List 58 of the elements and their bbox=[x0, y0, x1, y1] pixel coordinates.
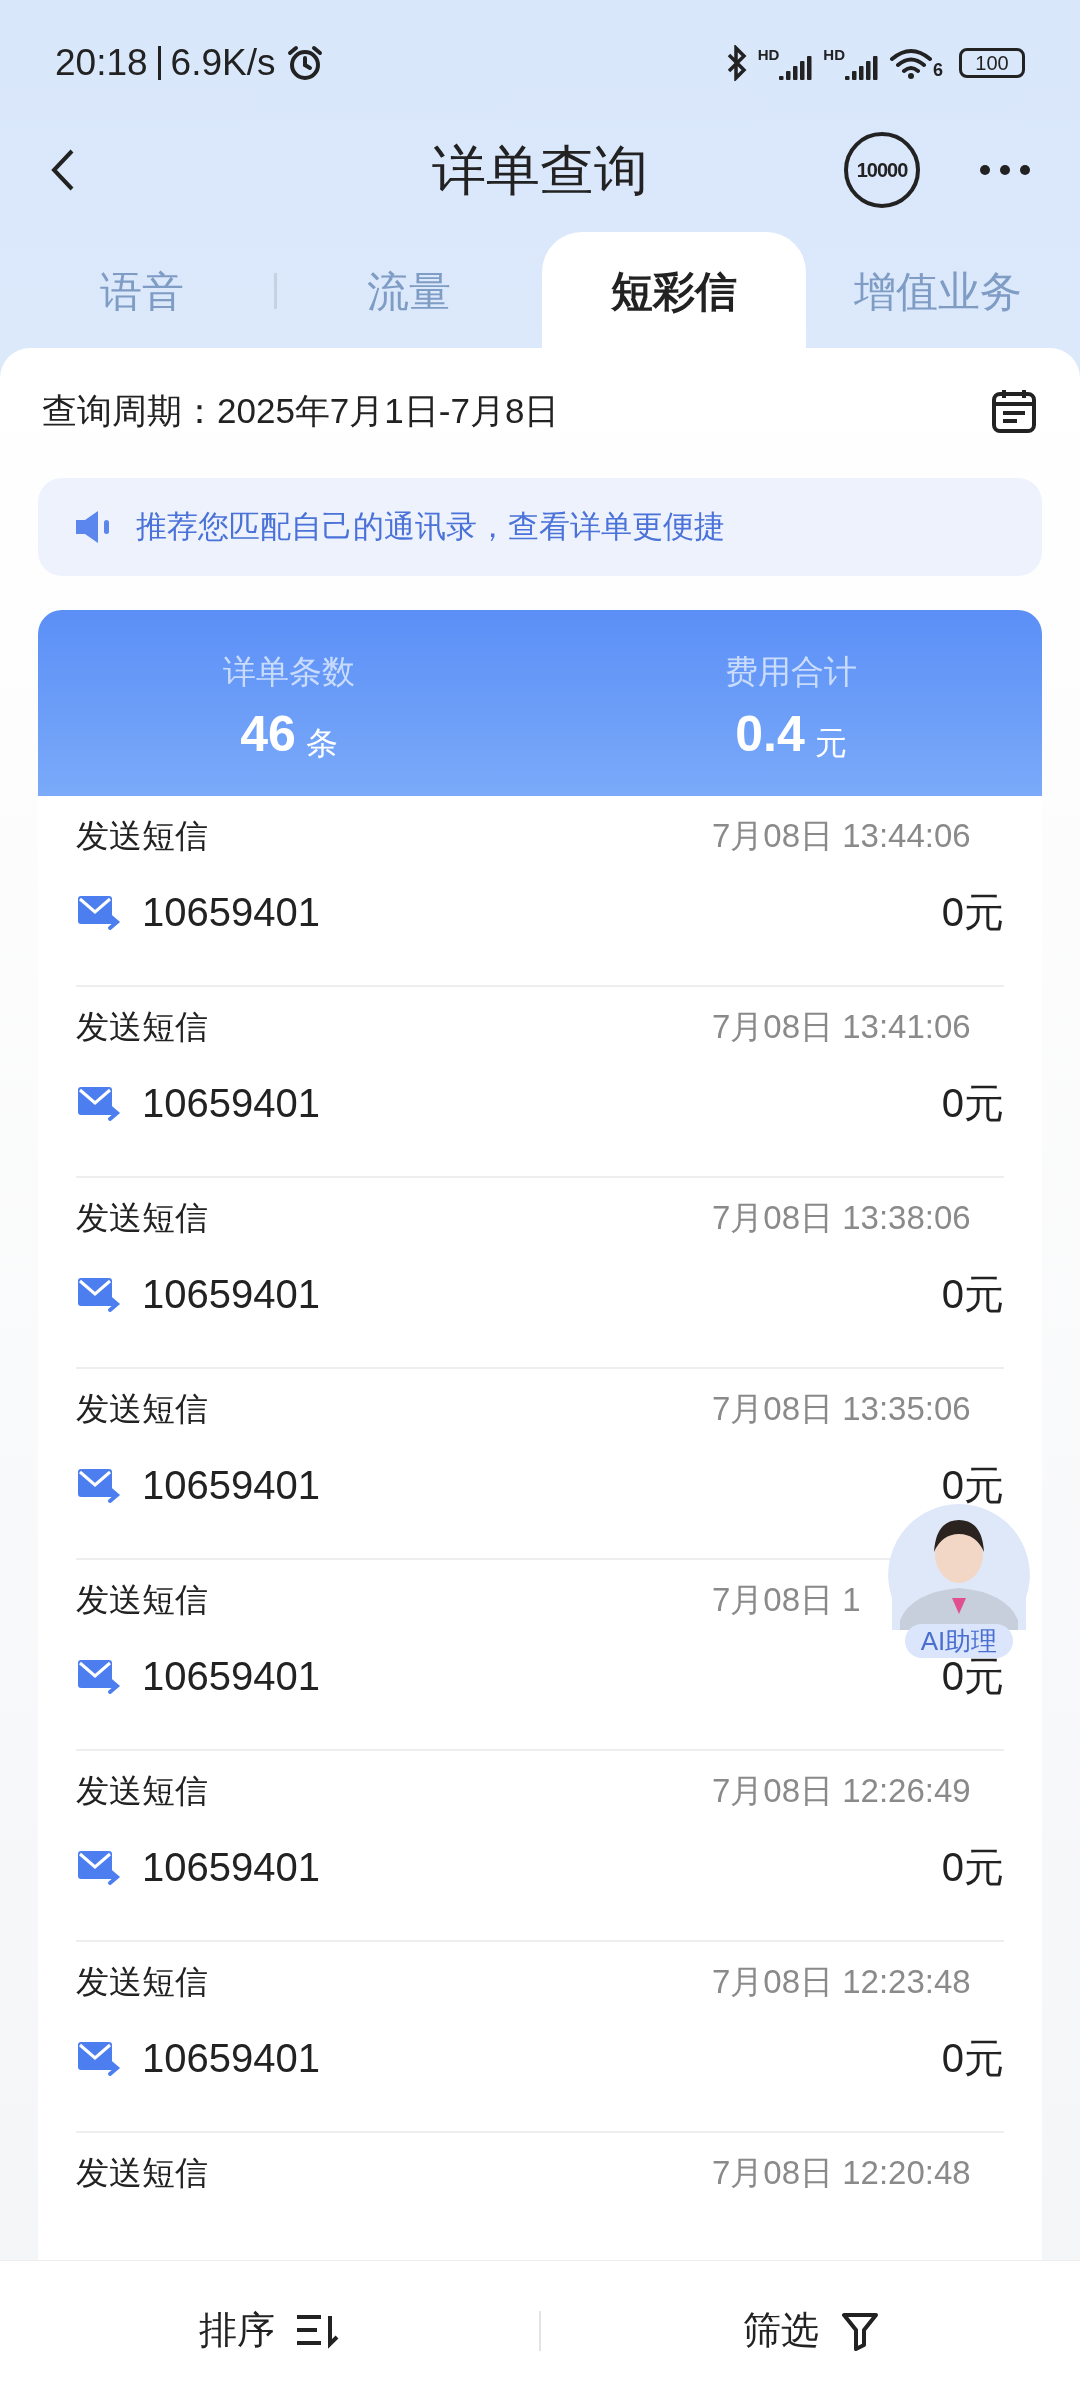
record-fee: 0元 bbox=[941, 2035, 1004, 2082]
phone-number: 10659401 bbox=[142, 1844, 320, 1891]
query-period: 查询周期：2025年7月1日-7月8日 bbox=[42, 389, 560, 432]
assistant-avatar[interactable] bbox=[886, 1502, 1032, 1630]
record-type: 发送短信 bbox=[76, 816, 208, 857]
record-type: 发送短信 bbox=[76, 1007, 208, 1048]
phone-number: 10659401 bbox=[142, 2035, 320, 2082]
record-fee: 0元 bbox=[941, 1271, 1004, 1318]
record-fee: 0元 bbox=[941, 889, 1004, 936]
phone-number: 10659401 bbox=[142, 1462, 320, 1509]
record-time: 7月08日 13:44:06 bbox=[712, 816, 971, 857]
sort-icon bbox=[294, 2312, 341, 2349]
record-time: 7月08日 12:26:49 bbox=[712, 1771, 971, 1812]
summary-label: 费用合计 bbox=[725, 652, 857, 693]
wifi-label: 6 bbox=[933, 61, 943, 79]
phone-number: 10659401 bbox=[142, 889, 320, 936]
record-time: 7月08日 13:35:06 bbox=[712, 1389, 971, 1430]
record-type: 发送短信 bbox=[76, 1962, 208, 2003]
phone-number: 10659401 bbox=[142, 1653, 320, 1700]
record-time: 7月08日 12:23:48 bbox=[712, 1962, 971, 2003]
record-fee: 0元 bbox=[941, 1462, 1004, 1509]
record-fee: 0元 bbox=[941, 1844, 1004, 1891]
calendar-icon[interactable] bbox=[990, 387, 1038, 435]
summary-value: 0.4 bbox=[735, 708, 805, 759]
record-type: 发送短信 bbox=[76, 2153, 208, 2194]
signal-label: HD bbox=[757, 46, 780, 62]
signal-icon bbox=[845, 53, 879, 80]
customer-service-button[interactable]: 10000 bbox=[844, 132, 920, 208]
assistant-button[interactable]: AI助理 bbox=[904, 1624, 1014, 1658]
summary-label: 详单条数 bbox=[223, 652, 355, 693]
network-speed: 6.9K/s bbox=[170, 41, 276, 86]
alarm-icon bbox=[285, 44, 324, 82]
filter-icon bbox=[840, 2310, 879, 2351]
bluetooth-icon bbox=[725, 45, 748, 81]
filter-button[interactable]: 筛选 bbox=[541, 2302, 1080, 2359]
signal-icon bbox=[779, 53, 814, 80]
record-fee: 0元 bbox=[941, 1080, 1004, 1127]
clock-time: 20:18 bbox=[55, 41, 148, 86]
phone-number: 10659401 bbox=[142, 1080, 320, 1127]
record-type: 发送短信 bbox=[76, 1389, 208, 1430]
phone-number: 10659401 bbox=[142, 1271, 320, 1318]
record-time: 7月08日 12:20:48 bbox=[712, 2153, 971, 2194]
notice-text: 推荐您匹配自己的通讯录，查看详单更便捷 bbox=[136, 507, 725, 546]
record-type: 发送短信 bbox=[76, 1580, 208, 1621]
wifi-icon bbox=[889, 47, 933, 79]
record-time: 7月08日 13:38:06 bbox=[712, 1198, 971, 1239]
summary-unit: 元 bbox=[814, 726, 847, 759]
sort-button[interactable]: 排序 bbox=[0, 2302, 539, 2359]
record-time: 7月08日 13:41:06 bbox=[712, 1007, 971, 1048]
tab[interactable]: 短彩信 bbox=[541, 232, 806, 350]
record-type: 发送短信 bbox=[76, 1198, 208, 1239]
summary-value: 46 bbox=[240, 708, 296, 759]
battery-indicator: 100 bbox=[959, 48, 1025, 78]
page-title: 详单查询 bbox=[432, 138, 648, 202]
signal-label: HD bbox=[823, 46, 845, 62]
record-type: 发送短信 bbox=[76, 1771, 208, 1812]
summary-unit: 条 bbox=[305, 726, 338, 759]
record-time: 7月08日 1 bbox=[712, 1580, 861, 1621]
